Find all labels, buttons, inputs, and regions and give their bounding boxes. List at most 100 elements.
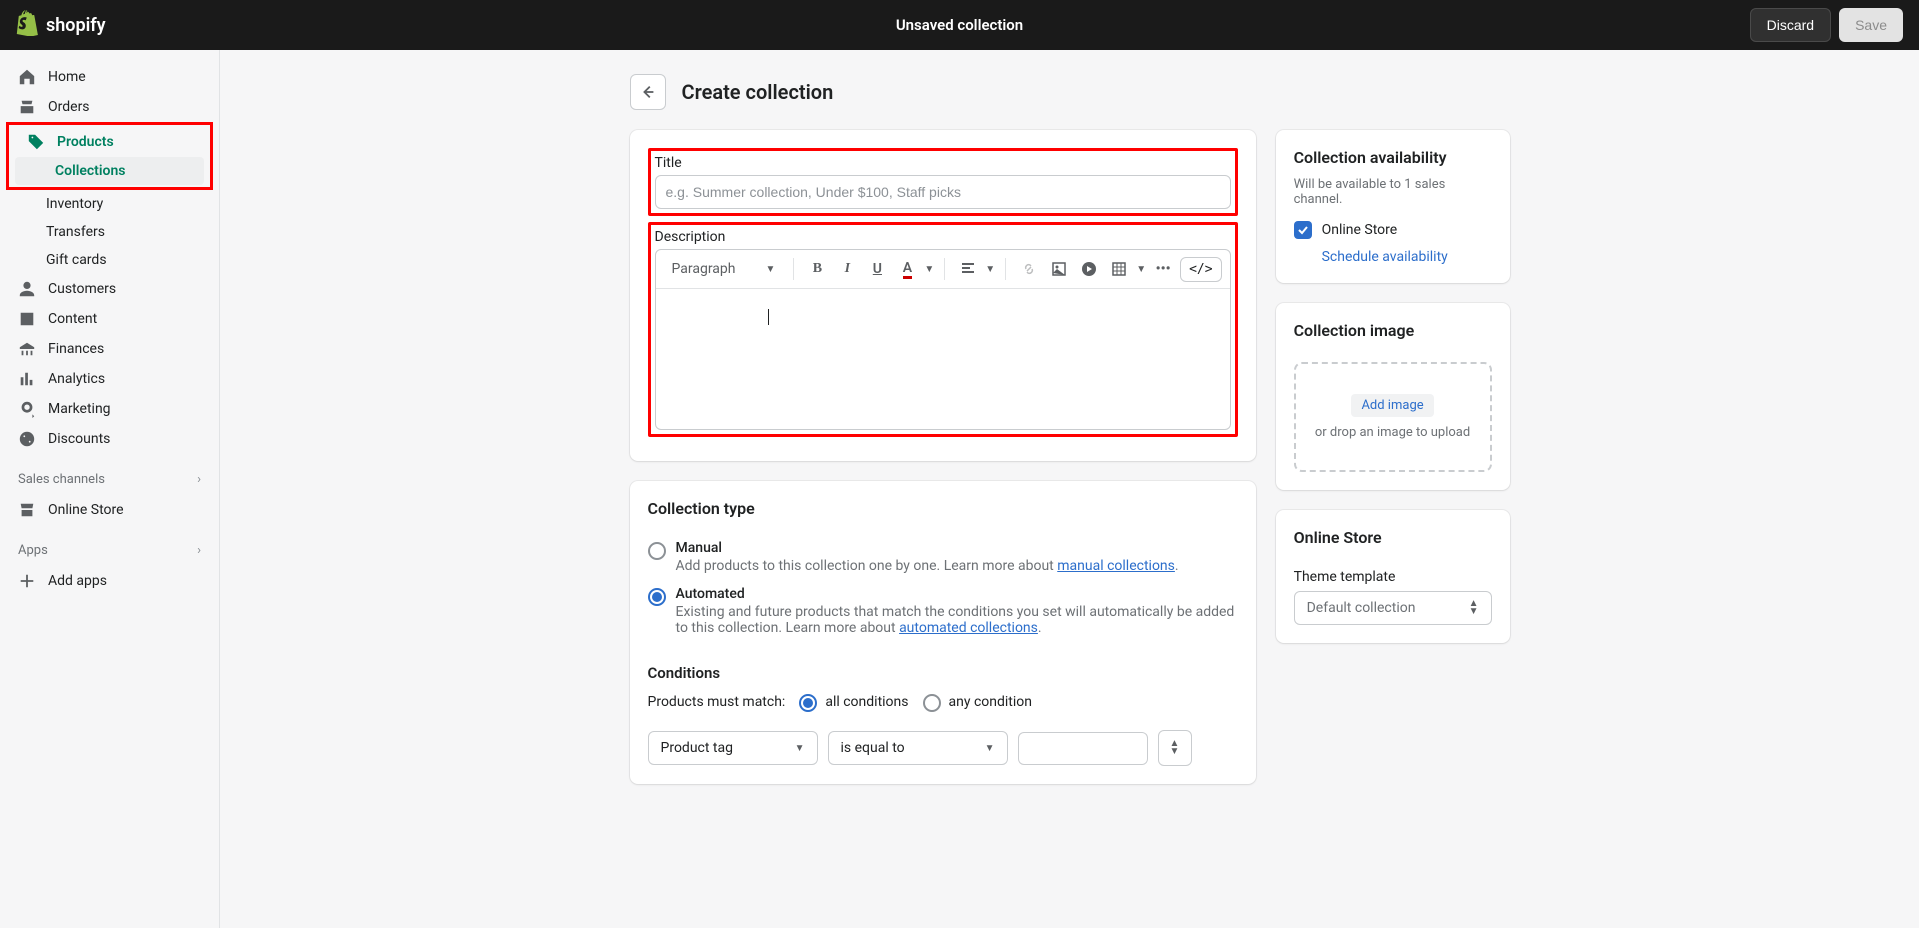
store-icon [18, 501, 36, 519]
schedule-link[interactable]: Schedule availability [1322, 249, 1492, 265]
description-highlight: Description Paragraph ▼ B I U [648, 222, 1238, 437]
chevron-down-icon[interactable]: ▼ [924, 264, 934, 275]
manual-link[interactable]: manual collections [1057, 558, 1175, 574]
bold-button[interactable]: B [804, 256, 830, 282]
radio-all[interactable] [799, 694, 817, 712]
image-button[interactable] [1046, 256, 1072, 282]
nav-gift-cards[interactable]: Gift cards [0, 246, 219, 274]
page-status: Unsaved collection [896, 16, 1023, 34]
title-desc-card: Title Description Paragraph ▼ [630, 130, 1256, 461]
nav-section-sales-channels[interactable]: Sales channels › [0, 464, 219, 495]
nav-orders[interactable]: Orders [0, 92, 219, 122]
nav-discounts[interactable]: Discounts [0, 424, 219, 454]
nav-products[interactable]: Products [9, 127, 210, 157]
nav-add-apps[interactable]: Add apps [0, 566, 219, 596]
condition-row: Product tag ▼ is equal to ▼ ▲▼ [648, 730, 1238, 766]
rich-text-editor: Paragraph ▼ B I U A ▼ [655, 249, 1231, 430]
checkbox-checked[interactable] [1294, 221, 1312, 239]
online-store-check[interactable]: Online Store [1294, 221, 1492, 239]
nav-marketing[interactable]: Marketing [0, 394, 219, 424]
chevron-down-icon[interactable]: ▼ [985, 264, 995, 275]
sort-icon: ▲▼ [1170, 740, 1180, 756]
radio-manual[interactable] [648, 542, 666, 560]
products-icon [27, 133, 45, 151]
manual-label: Manual [676, 540, 1179, 556]
link-button[interactable] [1016, 256, 1042, 282]
manual-option[interactable]: Manual Add products to this collection o… [648, 540, 1238, 574]
title-highlight: Title [648, 148, 1238, 216]
chevron-down-icon: ▼ [985, 743, 995, 754]
nav-finances[interactable]: Finances [0, 334, 219, 364]
back-button[interactable] [630, 74, 666, 110]
conditions-match: Products must match: all conditions any … [648, 692, 1238, 712]
align-button[interactable] [955, 256, 981, 282]
theme-card: Online Store Theme template Default coll… [1276, 510, 1510, 643]
chevron-down-icon: ▼ [795, 743, 805, 754]
main-content: Create collection Title Description Para [220, 50, 1919, 928]
nav-home[interactable]: Home [0, 62, 219, 92]
check-icon [1297, 224, 1309, 236]
table-button[interactable] [1106, 256, 1132, 282]
all-conditions-option[interactable]: all conditions [799, 692, 908, 712]
discard-button[interactable]: Discard [1750, 8, 1831, 42]
condition-value-input[interactable] [1018, 732, 1148, 765]
image-dropzone[interactable]: Add image or drop an image to upload [1294, 362, 1492, 472]
theme-select[interactable]: Default collection ▲▼ [1294, 591, 1492, 625]
theme-heading: Online Store [1294, 528, 1492, 547]
chevron-right-icon: › [197, 472, 201, 487]
radio-any[interactable] [923, 694, 941, 712]
nav-transfers[interactable]: Transfers [0, 218, 219, 246]
discounts-icon [18, 430, 36, 448]
page-header: Create collection [630, 74, 1510, 110]
description-label: Description [655, 229, 1231, 245]
plus-icon [18, 572, 36, 590]
chevron-right-icon: › [197, 543, 201, 558]
save-button[interactable]: Save [1839, 8, 1903, 42]
chevron-down-icon[interactable]: ▼ [1136, 264, 1146, 275]
nav-customers[interactable]: Customers [0, 274, 219, 304]
html-button[interactable]: </> [1180, 257, 1221, 282]
nav-online-store[interactable]: Online Store [0, 495, 219, 525]
arrow-left-icon [639, 83, 657, 101]
type-heading: Collection type [648, 499, 1238, 518]
shopify-logo[interactable]: shopify [16, 10, 106, 41]
nav-collections[interactable]: Collections [15, 157, 204, 185]
automated-desc: Existing and future products that match … [676, 604, 1238, 636]
brand-text: shopify [46, 15, 106, 36]
conditions-heading: Conditions [648, 664, 1238, 682]
automated-option[interactable]: Automated Existing and future products t… [648, 586, 1238, 636]
condition-sort-button[interactable]: ▲▼ [1158, 730, 1192, 766]
analytics-icon [18, 370, 36, 388]
underline-button[interactable]: U [864, 256, 890, 282]
shopify-icon [16, 10, 40, 41]
marketing-icon [18, 400, 36, 418]
nav-analytics[interactable]: Analytics [0, 364, 219, 394]
automated-label: Automated [676, 586, 1238, 602]
more-button[interactable]: ••• [1150, 256, 1176, 282]
page-title: Create collection [682, 80, 834, 104]
theme-label: Theme template [1294, 569, 1492, 585]
italic-button[interactable]: I [834, 256, 860, 282]
content-icon [18, 310, 36, 328]
availability-heading: Collection availability [1294, 148, 1492, 167]
match-label: Products must match: [648, 694, 786, 710]
text-color-button[interactable]: A [894, 256, 920, 282]
sidebar-highlight: Products Collections [6, 122, 213, 190]
top-bar: shopify Unsaved collection Discard Save [0, 0, 1919, 50]
title-label: Title [655, 155, 1231, 171]
format-select[interactable]: Paragraph ▼ [664, 257, 784, 281]
image-heading: Collection image [1294, 321, 1492, 340]
nav-section-apps[interactable]: Apps › [0, 535, 219, 566]
any-condition-option[interactable]: any condition [923, 692, 1033, 712]
condition-operator-select[interactable]: is equal to ▼ [828, 731, 1008, 765]
add-image-button[interactable]: Add image [1351, 394, 1433, 417]
video-button[interactable] [1076, 256, 1102, 282]
editor-body[interactable] [656, 289, 1230, 429]
automated-link[interactable]: automated collections [899, 620, 1038, 636]
editor-toolbar: Paragraph ▼ B I U A ▼ [656, 250, 1230, 289]
radio-automated[interactable] [648, 588, 666, 606]
nav-inventory[interactable]: Inventory [0, 190, 219, 218]
title-input[interactable] [655, 175, 1231, 209]
nav-content[interactable]: Content [0, 304, 219, 334]
condition-field-select[interactable]: Product tag ▼ [648, 731, 818, 765]
